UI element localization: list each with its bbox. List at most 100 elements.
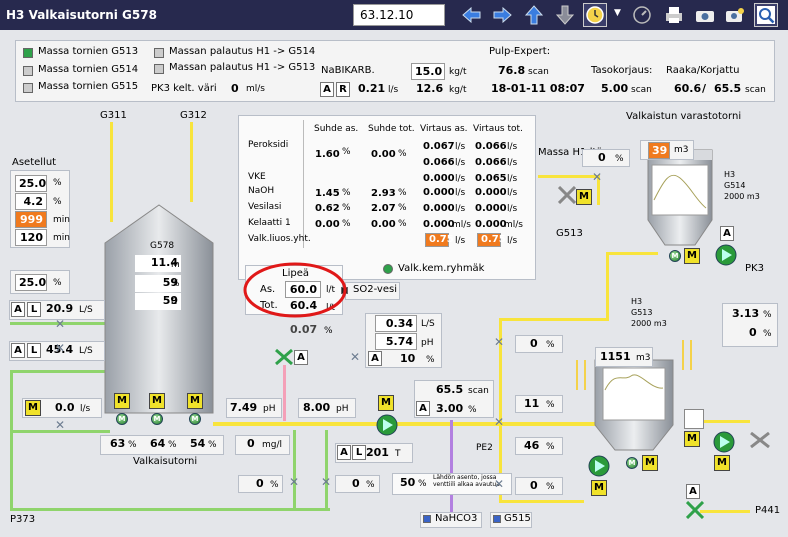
asetellut-value-1[interactable]: 25.0 [15,175,47,192]
date-field[interactable]: 63.12.10 [353,4,445,26]
split-m-button[interactable]: M [576,189,592,205]
asetellut-value-4[interactable]: 120 [15,229,47,246]
vke-v2: 0.065 [475,173,507,184]
tower-motor-1-m[interactable]: M [114,393,130,409]
massa-g513-indicator [23,48,33,58]
dropdown-icon[interactable]: ▼ [614,8,621,18]
tower-motor-3-icon[interactable]: M [189,413,201,425]
valve-3-icon[interactable]: ✕ [55,418,65,432]
g513-name: H3 [631,297,643,306]
print-icon[interactable] [662,3,686,27]
g513-out-m-button[interactable]: M [714,455,730,471]
ph-574: 5.74 [375,333,417,350]
tasokorjaus-value: 5.00 [601,82,629,95]
title-bar: H3 Valkaisutorni G578 63.12.10 ▼ [0,0,788,30]
outlet-1-unit: % [128,440,137,450]
asetellut-value-2[interactable]: 4.2 [15,193,47,210]
g514-a-button[interactable]: A [720,226,734,241]
pump-m-button[interactable]: M [378,395,394,411]
scan-a-button[interactable]: A [416,401,430,416]
p441-a-button[interactable]: A [686,484,700,499]
g514-pump-icon[interactable] [715,244,737,266]
storage-tower-title: Valkaistun varastotorni [626,111,742,122]
outlet-1-value: 63 [110,437,126,450]
ratio-value[interactable]: 25.0 [15,274,47,291]
zoom-icon[interactable] [754,3,778,27]
mgl-value: 0 [247,437,255,450]
tasokorjaus-unit: scan [631,85,652,95]
valve-r2-icon[interactable]: ✕ [494,415,504,429]
forward-arrow-icon[interactable] [490,3,514,27]
valve-mid-icon[interactable]: ✕ [350,350,360,364]
ph-a-button[interactable]: A [368,351,382,366]
nabi-value-3: 12.6 [416,82,444,95]
outlet-3-unit: % [208,440,217,450]
flow1-l-button[interactable]: L [27,302,41,317]
asetellut-value-3[interactable]: 999 [15,211,47,228]
nabi-a-button[interactable]: A [320,82,334,97]
valve-2-icon[interactable]: ✕ [55,341,65,355]
l201-l-button[interactable]: L [352,445,366,460]
kelaatti-s2-unit: % [398,219,407,229]
g515-icon [493,515,501,523]
g513-out-pump-icon[interactable] [713,431,735,453]
palautus-g513-label: Massan palautus H1 -> G513 [169,62,316,73]
chem-header-2: Suhde tot. [368,124,415,134]
peroksidi-v1b: 0.066 [423,157,455,168]
tower-motor-1-icon[interactable]: M [116,413,128,425]
valve-1-icon[interactable]: ✕ [55,317,65,331]
l201-a-button[interactable]: A [337,445,351,460]
g515-label[interactable]: G515 [504,513,531,524]
camera-icon[interactable] [693,3,717,27]
g513-pump-icon[interactable] [588,455,610,477]
valve-bottom-1-icon[interactable]: ✕ [289,475,299,489]
down-arrow-icon[interactable] [553,3,577,27]
gauge-icon[interactable] [630,3,654,27]
h1-valve-icon[interactable]: ✕ [592,170,602,184]
flow3-m-button[interactable]: M [25,400,41,416]
g513-motor-icon[interactable]: M [626,457,638,469]
mixer-valve-icon[interactable] [274,348,294,366]
vesilasi-v1: 0.000 [423,203,455,214]
flow1-a-button[interactable]: A [11,302,25,317]
valve-bottom-2-icon[interactable]: ✕ [321,475,331,489]
annotation-circle [243,262,347,318]
tower-motor-3-m[interactable]: M [187,393,203,409]
pipe-right-out [700,420,750,423]
valve-r4-unit: % [546,482,555,492]
mixer-a-button[interactable]: A [294,350,308,365]
chem-header-1: Suhde as. [314,124,359,134]
g513-pump-m-button[interactable]: M [591,480,607,496]
valve-r1-icon[interactable]: ✕ [494,335,504,349]
consistency-1-unit: % [763,310,772,320]
outlet-valve-icon[interactable] [750,432,770,448]
green-pipe-left [10,370,13,510]
nahco3-label[interactable]: NaHCO3 [435,513,477,524]
tower-motor-2-icon[interactable]: M [151,413,163,425]
peroksidi-s1-unit: % [342,147,351,157]
agitator-m-button[interactable]: M [684,431,700,447]
lahdon-value[interactable]: 50 [400,476,415,489]
pump-icon[interactable] [376,414,398,436]
g514-m-button[interactable]: M [684,248,700,264]
ph2-unit: pH [336,404,349,414]
nabi-value-1: 15.0 [411,63,445,80]
back-arrow-icon[interactable] [460,3,484,27]
split-valve-icon[interactable] [558,186,576,204]
nabi-r-button[interactable]: R [336,82,350,97]
hidden-value: 0.07 [290,323,318,336]
camera-settings-icon[interactable] [723,3,747,27]
flow2-a-button[interactable]: A [11,343,25,358]
pk3-out-label: PK3 [745,263,764,274]
scan-output-unit: % [468,405,477,415]
g514-motor-icon[interactable]: M [669,250,681,262]
flow2-l-button[interactable]: L [27,343,41,358]
clock-history-icon[interactable] [583,3,607,27]
chem-row-valk: Valk.liuos.yht. [248,234,311,244]
p441-valve-icon[interactable] [686,501,704,519]
g513-m-button[interactable]: M [642,455,658,471]
valve-r4-icon[interactable]: ✕ [494,477,504,491]
tower-motor-2-m[interactable]: M [149,393,165,409]
up-arrow-icon[interactable] [522,3,546,27]
agitator-icon[interactable] [684,409,704,429]
